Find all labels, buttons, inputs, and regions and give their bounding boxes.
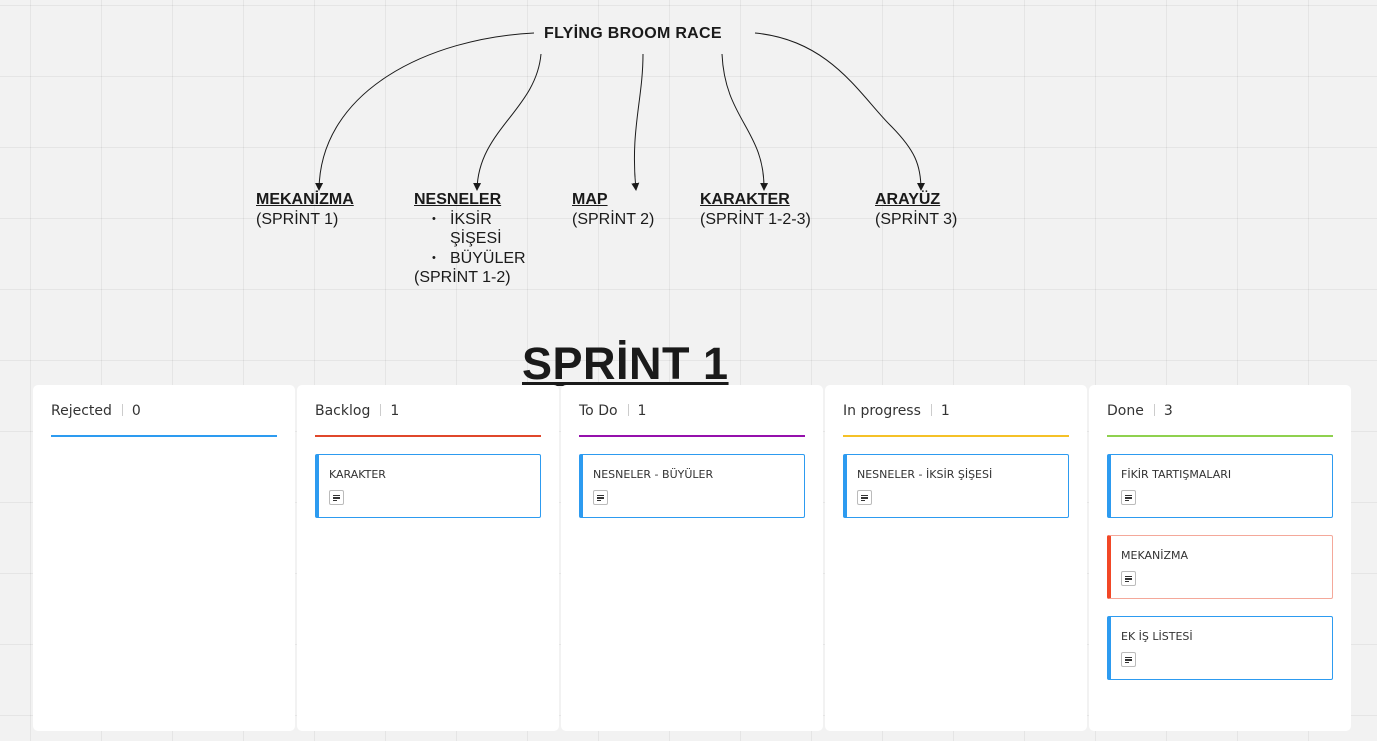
kanban-column-backlog[interactable]: Backlog 1 KARAKTER <box>297 385 559 731</box>
connector-map <box>631 53 644 191</box>
mind-map-node-mekanizma[interactable]: MEKANİZMA (SPRİNT 1) <box>256 190 354 229</box>
column-header[interactable]: Done 3 <box>1107 403 1333 437</box>
description-icon[interactable] <box>593 490 608 505</box>
card-title: NESNELER - İKSİR ŞİŞESİ <box>857 468 993 481</box>
node-heading: MAP <box>572 191 608 208</box>
column-color-bar <box>1107 435 1333 437</box>
description-icon[interactable] <box>1121 652 1136 667</box>
column-name: Backlog <box>315 403 371 419</box>
mind-map-node-karakter[interactable]: KARAKTER (SPRİNT 1-2-3) <box>700 190 811 229</box>
column-color-bar <box>843 435 1069 437</box>
column-divider <box>121 404 123 416</box>
mind-map-node-arayuz[interactable]: ARAYÜZ (SPRİNT 3) <box>875 190 957 229</box>
kanban-column-done[interactable]: Done 3 FİKİR TARTIŞMALARI MEKANİZMA EK İŞ Lİ… <box>1089 385 1351 731</box>
column-color-bar <box>579 435 805 437</box>
card-title: KARAKTER <box>329 468 386 481</box>
node-heading: MEKANİZMA <box>256 191 354 208</box>
connector-nesneler <box>473 53 542 191</box>
node-bullet-item: İKSİR ŞİŞESİ <box>432 210 526 249</box>
connector-arayuz <box>754 32 925 191</box>
node-sprint-label: (SPRİNT 2) <box>572 210 655 228</box>
card-title: FİKİR TARTIŞMALARI <box>1121 468 1232 481</box>
node-bullet-text: BÜYÜLER <box>450 249 526 267</box>
column-color-bar <box>315 435 541 437</box>
kanban-column-to-do[interactable]: To Do 1 NESNELER - BÜYÜLER <box>561 385 823 731</box>
column-header[interactable]: Backlog 1 <box>315 403 541 437</box>
node-heading: NESNELER <box>414 191 502 208</box>
node-bullet-list: İKSİR ŞİŞESİ BÜYÜLER <box>414 210 526 269</box>
description-icon[interactable] <box>1121 490 1136 505</box>
column-divider <box>930 404 932 416</box>
description-icon[interactable] <box>329 490 344 505</box>
kanban-card[interactable]: NESNELER - İKSİR ŞİŞESİ <box>843 454 1069 518</box>
column-name: In progress <box>843 403 921 419</box>
kanban-column-rejected[interactable]: Rejected 0 <box>33 385 295 731</box>
mind-map-node-nesneler[interactable]: NESNELER İKSİR ŞİŞESİ BÜYÜLER (SPRİNT 1-2) <box>414 190 526 288</box>
connector-mekanizma <box>315 32 535 191</box>
node-heading: KARAKTER <box>700 191 790 208</box>
card-title: MEKANİZMA <box>1121 549 1189 562</box>
card-title: NESNELER - BÜYÜLER <box>593 468 714 481</box>
kanban-card[interactable]: EK İŞ LİSTESİ <box>1107 616 1333 680</box>
column-color-bar <box>51 435 277 437</box>
kanban-card[interactable]: NESNELER - BÜYÜLER <box>579 454 805 518</box>
column-name: To Do <box>579 403 618 419</box>
column-count: 3 <box>1163 403 1173 419</box>
column-divider <box>1153 404 1155 416</box>
node-heading: ARAYÜZ <box>875 191 941 208</box>
sprint-title[interactable]: SPRİNT 1 <box>522 338 729 390</box>
node-sprint-label: (SPRİNT 1-2) <box>414 269 511 286</box>
column-count: 0 <box>131 403 141 419</box>
kanban-card[interactable]: FİKİR TARTIŞMALARI <box>1107 454 1333 518</box>
column-header[interactable]: To Do 1 <box>579 403 805 437</box>
kanban-column-in-progress[interactable]: In progress 1 NESNELER - İKSİR ŞİŞESİ <box>825 385 1087 731</box>
mind-map-node-map[interactable]: MAP (SPRİNT 2) <box>572 190 654 229</box>
column-name: Rejected <box>51 403 112 419</box>
node-sprint-label: (SPRİNT 1-2-3) <box>700 210 811 228</box>
column-divider <box>627 404 629 416</box>
kanban-card[interactable]: MEKANİZMA <box>1107 535 1333 599</box>
column-count: 1 <box>390 403 400 419</box>
node-sprint-label: (SPRİNT 3) <box>875 210 958 228</box>
description-icon[interactable] <box>857 490 872 505</box>
node-bullet-text: ŞİŞESİ <box>450 230 502 247</box>
connector-karakter <box>721 53 769 191</box>
node-bullet-item: BÜYÜLER <box>432 249 526 269</box>
node-sprint-label: (SPRİNT 1) <box>256 210 339 228</box>
description-icon[interactable] <box>1121 571 1136 586</box>
column-name: Done <box>1107 403 1144 419</box>
card-title: EK İŞ LİSTESİ <box>1121 630 1193 643</box>
column-count: 1 <box>940 403 950 419</box>
column-count: 1 <box>637 403 647 419</box>
column-divider <box>380 404 382 416</box>
node-bullet-text: İKSİR <box>450 210 492 228</box>
kanban-card[interactable]: KARAKTER <box>315 454 541 518</box>
mind-map-title[interactable]: FLYİNG BROOM RACE <box>544 25 722 43</box>
column-header[interactable]: Rejected 0 <box>51 403 277 437</box>
column-header[interactable]: In progress 1 <box>843 403 1069 437</box>
